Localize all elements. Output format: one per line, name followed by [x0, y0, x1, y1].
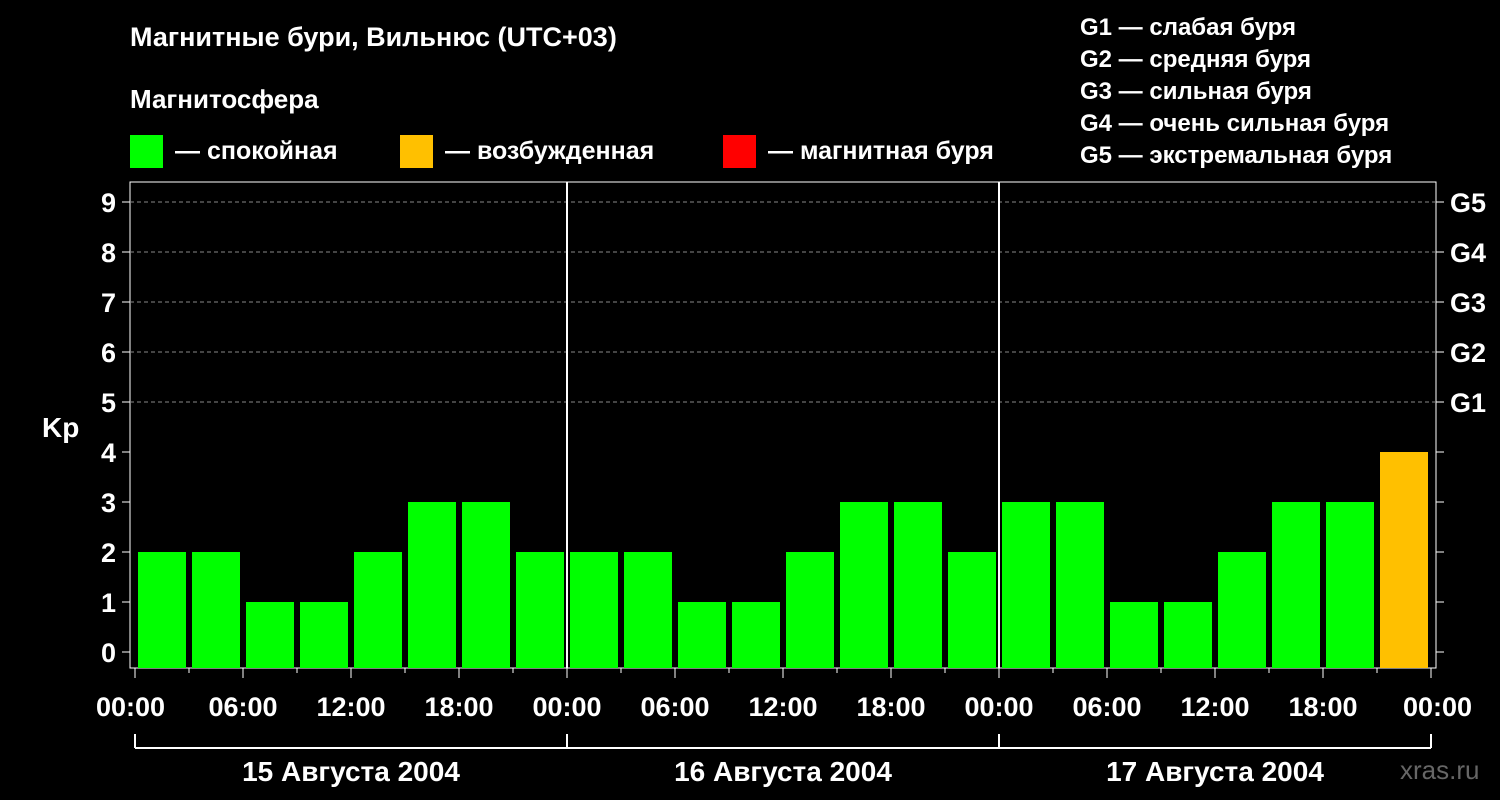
g-level-label: G1: [1450, 388, 1486, 418]
kp-bar: [948, 552, 996, 668]
day-label: 15 Августа 2004: [242, 756, 460, 787]
kp-bar: [894, 502, 942, 668]
day-label: 17 Августа 2004: [1106, 756, 1324, 787]
kp-bar: [786, 552, 834, 668]
chart-stage: Магнитные бури, Вильнюс (UTC+03) Магнито…: [0, 0, 1500, 800]
kp-chart: 0 1 2 3 4 5 6 7 8 9 G1 G2 G3 G4 G5 00:00 06:00 12:00 18:00…: [96, 181, 1486, 787]
kp-bar: [1380, 452, 1428, 668]
kp-bar: [192, 552, 240, 668]
g-level-label: G5: [1450, 188, 1486, 218]
x-tick-label: 18:00: [856, 692, 925, 722]
y-tick-label: 6: [101, 338, 116, 368]
kp-bar: [732, 602, 780, 668]
x-tick-label: 00:00: [1403, 692, 1472, 722]
x-tick-label: 06:00: [1072, 692, 1141, 722]
y-tick-label: 1: [101, 588, 116, 618]
x-tick-label: 00:00: [96, 692, 165, 722]
kp-bar: [516, 552, 564, 668]
y-tick-label: 9: [101, 188, 116, 218]
kp-bar: [1110, 602, 1158, 668]
y-tick-label: 8: [101, 238, 116, 268]
kp-bar: [354, 552, 402, 668]
kp-bar: [840, 502, 888, 668]
x-tick-label: 06:00: [640, 692, 709, 722]
kp-bar: [1056, 502, 1104, 668]
y-tick-label: 4: [101, 438, 116, 468]
x-tick-label: 18:00: [424, 692, 493, 722]
day-label: 16 Августа 2004: [674, 756, 892, 787]
kp-bar: [1272, 502, 1320, 668]
y-tick-label: 7: [101, 288, 116, 318]
g-level-label: G3: [1450, 288, 1486, 318]
x-tick-label: 00:00: [964, 692, 1033, 722]
kp-bar: [462, 502, 510, 668]
y-tick-label: 0: [101, 638, 116, 668]
kp-bar: [408, 502, 456, 668]
kp-bar: [246, 602, 294, 668]
y-tick-label: 2: [101, 538, 116, 568]
watermark: xras.ru: [1400, 755, 1480, 785]
kp-bar: [624, 552, 672, 668]
kp-bar: [570, 552, 618, 668]
kp-bar: [1164, 602, 1212, 668]
kp-bar: [1326, 502, 1374, 668]
kp-bar: [1218, 552, 1266, 668]
x-tick-label: 18:00: [1288, 692, 1357, 722]
x-tick-label: 06:00: [208, 692, 277, 722]
x-tick-label: 12:00: [1180, 692, 1249, 722]
kp-bar: [300, 602, 348, 668]
y-tick-label: 3: [101, 488, 116, 518]
kp-bar: [1002, 502, 1050, 668]
kp-bar: [678, 602, 726, 668]
x-tick-label: 00:00: [532, 692, 601, 722]
g-level-label: G2: [1450, 338, 1486, 368]
g-level-label: G4: [1450, 238, 1486, 268]
kp-bar: [138, 552, 186, 668]
x-tick-label: 12:00: [316, 692, 385, 722]
y-tick-label: 5: [101, 388, 116, 418]
x-tick-label: 12:00: [748, 692, 817, 722]
